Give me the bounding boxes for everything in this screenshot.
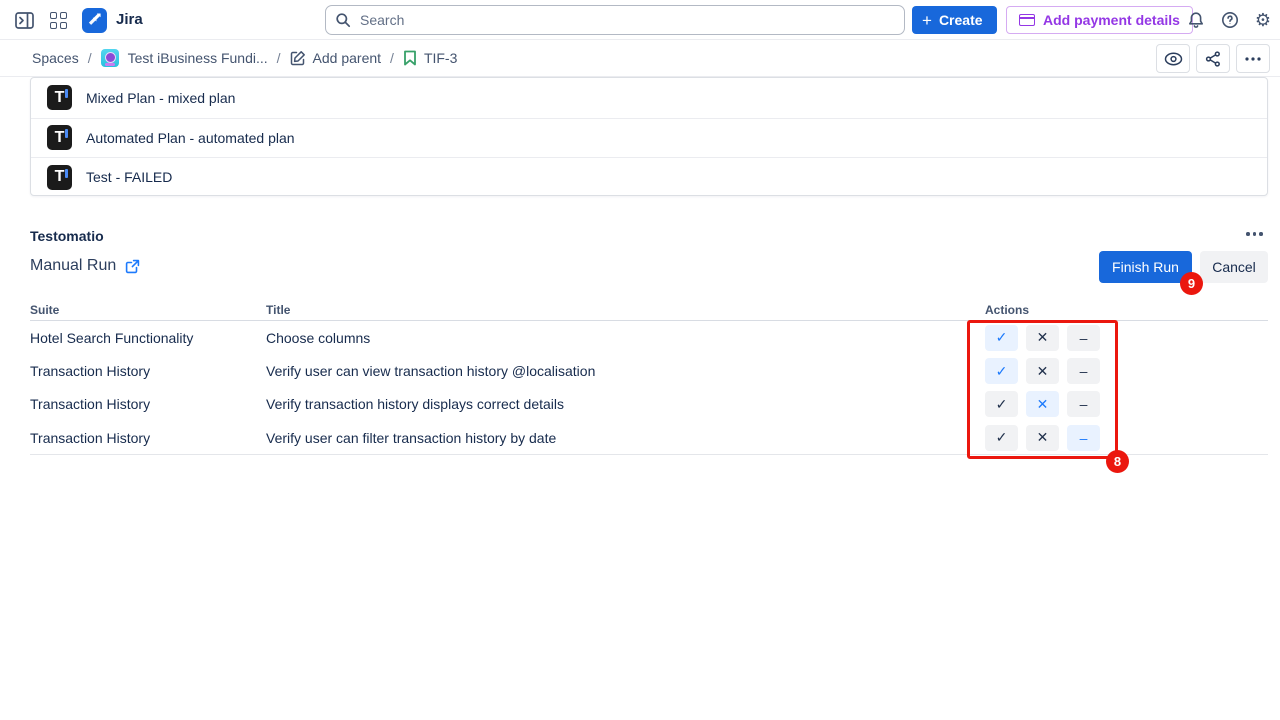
test-case-row: Transaction History Verify transaction h… (0, 388, 1280, 421)
section-more-icon[interactable] (1246, 232, 1263, 236)
mark-fail-button[interactable]: ✕ (1026, 425, 1059, 451)
space-avatar-icon[interactable] (101, 49, 119, 67)
mark-pass-button[interactable]: ✓ (985, 391, 1018, 417)
test-plan-row[interactable]: T Test - FAILED (31, 157, 1267, 196)
breadcrumb-separator: / (390, 50, 394, 66)
credit-card-icon (1019, 14, 1035, 26)
sidebar-toggle-icon[interactable] (10, 6, 38, 34)
plan-label: Test - FAILED (86, 169, 172, 185)
watch-eye-button[interactable] (1156, 44, 1190, 73)
testomatio-logo-icon: T (47, 125, 72, 150)
mark-pass-button[interactable]: ✓ (985, 325, 1018, 351)
title-cell: Verify user can view transaction history… (266, 363, 595, 379)
column-header-title: Title (266, 303, 290, 317)
share-button[interactable] (1196, 44, 1230, 73)
breadcrumb-space-name[interactable]: Test iBusiness Fundi... (128, 50, 268, 66)
create-button[interactable]: + Create (912, 6, 997, 34)
suite-cell: Transaction History (30, 363, 150, 379)
app-title: Jira (116, 11, 143, 28)
mark-skip-button[interactable]: – (1067, 325, 1100, 351)
external-link-icon[interactable] (125, 259, 140, 274)
testomatio-logo-icon: T (47, 85, 72, 110)
breadcrumb-spaces[interactable]: Spaces (32, 50, 79, 66)
jira-logo[interactable] (82, 8, 107, 33)
cancel-button[interactable]: Cancel (1200, 251, 1268, 283)
suite-cell: Transaction History (30, 430, 150, 446)
create-button-label: Create (939, 12, 983, 28)
search-icon (335, 12, 351, 28)
app-grid-glyph (50, 12, 67, 29)
suite-cell: Hotel Search Functionality (30, 330, 193, 346)
breadcrumb-separator: / (88, 50, 92, 66)
testomatio-logo-icon: T (47, 165, 72, 190)
title-cell: Verify transaction history displays corr… (266, 396, 564, 412)
mark-skip-button[interactable]: – (1067, 358, 1100, 384)
actions-cell: ✓ ✕– (985, 325, 1100, 351)
test-case-row: Transaction History Verify user can view… (0, 354, 1280, 387)
test-plan-row[interactable]: T Automated Plan - automated plan (31, 118, 1267, 158)
results-table-header: Suite Title Actions (0, 303, 1280, 320)
plus-icon: + (922, 12, 932, 29)
plan-label: Automated Plan - automated plan (86, 130, 295, 146)
test-plan-row[interactable]: T Mixed Plan - mixed plan (31, 78, 1267, 118)
test-plans-card: T Mixed Plan - mixed plan T Automated Pl… (30, 77, 1268, 196)
notifications-bell-icon[interactable] (1182, 6, 1210, 34)
app-switcher-icon[interactable] (44, 6, 72, 34)
global-search (325, 5, 905, 35)
add-parent-label: Add parent (313, 50, 382, 66)
page-actions (1156, 44, 1270, 73)
mark-fail-button[interactable]: ✕ (1026, 391, 1059, 417)
settings-gear-icon[interactable]: ⚙ (1249, 6, 1277, 34)
add-parent-button[interactable]: Add parent (290, 50, 382, 66)
breadcrumb-separator: / (277, 50, 281, 66)
results-table-body: Hotel Search Functionality Choose column… (0, 321, 1280, 455)
top-navigation-bar: Jira + Create Add payment details ⚙ (0, 0, 1280, 40)
mark-pass-button[interactable]: ✓ (985, 425, 1018, 451)
suite-cell: Transaction History (30, 396, 150, 412)
test-case-row: Transaction History Verify user can filt… (0, 421, 1280, 454)
section-title: Testomatio (30, 228, 104, 244)
mark-fail-button[interactable]: ✕ (1026, 325, 1059, 351)
edit-icon (290, 50, 306, 66)
actions-cell: ✓ ✕– (985, 425, 1100, 451)
search-input[interactable] (325, 5, 905, 35)
title-cell: Verify user can filter transaction histo… (266, 430, 556, 446)
plan-label: Mixed Plan - mixed plan (86, 90, 235, 106)
breadcrumb-current-page[interactable]: TIF-3 (403, 50, 457, 66)
manual-run-row: Manual Run (30, 257, 140, 275)
title-cell: Choose columns (266, 330, 370, 346)
add-payment-details-button[interactable]: Add payment details (1006, 6, 1193, 34)
manual-run-label: Manual Run (30, 257, 116, 275)
breadcrumb: Spaces / Test iBusiness Fundi... / Add p… (32, 49, 457, 67)
table-bottom-divider (30, 454, 1268, 455)
breadcrumb-bar: Spaces / Test iBusiness Fundi... / Add p… (0, 40, 1280, 77)
column-header-suite: Suite (30, 303, 59, 317)
bookmark-icon (403, 50, 417, 66)
column-header-actions: Actions (985, 303, 1029, 317)
actions-cell: ✓ ✕– (985, 391, 1100, 417)
actions-cell: ✓ ✕– (985, 358, 1100, 384)
mark-skip-button[interactable]: – (1067, 391, 1100, 417)
finish-run-button[interactable]: Finish Run (1099, 251, 1192, 283)
payment-button-label: Add payment details (1043, 12, 1180, 28)
test-case-row: Hotel Search Functionality Choose column… (0, 321, 1280, 354)
more-actions-button[interactable] (1236, 44, 1270, 73)
page-key-label: TIF-3 (424, 50, 457, 66)
mark-skip-button[interactable]: – (1067, 425, 1100, 451)
mark-pass-button[interactable]: ✓ (985, 358, 1018, 384)
mark-fail-button[interactable]: ✕ (1026, 358, 1059, 384)
help-icon[interactable] (1216, 6, 1244, 34)
